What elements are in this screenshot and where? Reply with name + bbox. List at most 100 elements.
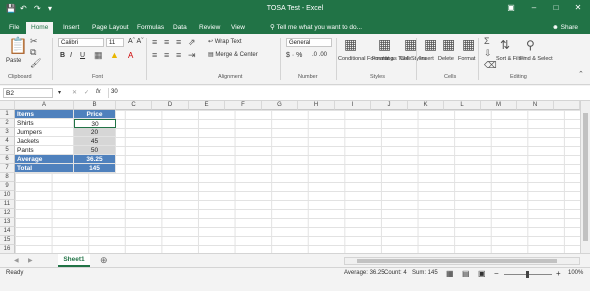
normal-view-icon[interactable]: ▦: [446, 269, 454, 278]
insert-function-button[interactable]: fx: [96, 89, 101, 95]
copy-icon[interactable]: ⧉: [30, 47, 36, 58]
insert-cells-icon[interactable]: ▦: [424, 36, 437, 53]
column-header[interactable]: D: [152, 101, 189, 110]
font-name-select[interactable]: Calibri: [58, 38, 104, 47]
column-header[interactable]: F: [225, 101, 262, 110]
row-header[interactable]: 12: [0, 209, 15, 218]
column-header[interactable]: N: [517, 101, 554, 110]
zoom-out-icon[interactable]: −: [494, 269, 499, 278]
ribbon-display-icon[interactable]: ▣: [504, 3, 518, 12]
table-cell[interactable]: 20: [74, 128, 116, 137]
paste-button[interactable]: Paste: [6, 58, 21, 64]
table-cell[interactable]: Average: [15, 155, 74, 164]
find-select-button[interactable]: Find & Select: [520, 56, 553, 62]
table-cell[interactable]: 36.25: [74, 155, 116, 164]
row-header[interactable]: 9: [0, 182, 15, 191]
insert-button[interactable]: Insert: [420, 56, 434, 62]
font-color-icon[interactable]: A: [128, 51, 133, 60]
orientation-icon[interactable]: ⇗: [188, 37, 196, 48]
row-header[interactable]: 10: [0, 191, 15, 200]
column-header[interactable]: E: [189, 101, 225, 110]
align-right-icon[interactable]: ≡: [176, 50, 181, 60]
bold-icon[interactable]: B: [60, 52, 65, 59]
table-header-cell[interactable]: Price: [74, 110, 116, 119]
cut-icon[interactable]: ✂: [30, 36, 38, 47]
format-as-table-icon[interactable]: ▦: [378, 36, 391, 53]
table-cell[interactable]: Total: [15, 164, 74, 173]
font-size-select[interactable]: 11: [106, 38, 124, 47]
row-header[interactable]: 14: [0, 227, 15, 236]
name-box-dropdown-icon[interactable]: ▾: [58, 89, 61, 96]
align-top-icon[interactable]: ≡: [152, 37, 157, 47]
worksheet-grid[interactable]: A B C D E F G H I J K L M N 1 2 3 4 5 6 …: [0, 101, 590, 253]
page-break-view-icon[interactable]: ▣: [478, 269, 486, 278]
zoom-in-icon[interactable]: +: [556, 269, 561, 278]
column-header[interactable]: G: [262, 101, 298, 110]
column-header[interactable]: L: [444, 101, 481, 110]
table-cell[interactable]: Jumpers: [15, 128, 74, 137]
row-header[interactable]: 4: [0, 137, 15, 146]
paste-icon[interactable]: 📋: [8, 36, 28, 56]
vertical-scrollbar[interactable]: [580, 101, 590, 253]
grow-font-icon[interactable]: Aˆ Aˇ: [128, 38, 144, 45]
row-header[interactable]: 8: [0, 173, 15, 182]
align-center-icon[interactable]: ≡: [164, 50, 169, 60]
horizontal-scrollbar[interactable]: [344, 257, 580, 265]
zoom-level[interactable]: 100%: [568, 270, 583, 276]
tell-me-search[interactable]: ⚲ Tell me what you want to do...: [270, 22, 362, 34]
tab-file[interactable]: File: [4, 22, 24, 34]
collapse-ribbon-icon[interactable]: ⌃: [578, 70, 584, 78]
merge-center-button[interactable]: ▤ Merge & Center: [208, 51, 258, 58]
active-cell[interactable]: 30: [74, 119, 116, 128]
tab-view[interactable]: View: [226, 22, 250, 34]
number-format-select[interactable]: General: [286, 38, 332, 47]
scroll-thumb[interactable]: [357, 259, 557, 263]
wrap-text-button[interactable]: ↩ Wrap Text: [208, 38, 242, 45]
sheet-tab[interactable]: Sheet1: [58, 254, 90, 267]
row-header[interactable]: 2: [0, 119, 15, 128]
table-cell[interactable]: Jackets: [15, 137, 74, 146]
row-header[interactable]: 1: [0, 110, 15, 119]
zoom-slider[interactable]: [504, 271, 552, 278]
find-select-icon[interactable]: ⚲: [526, 38, 535, 52]
formula-input[interactable]: 30: [108, 88, 586, 98]
name-box[interactable]: B2: [3, 88, 53, 98]
column-header[interactable]: [554, 101, 580, 110]
conditional-formatting-icon[interactable]: ▦: [344, 36, 357, 53]
table-cell[interactable]: 145: [74, 164, 116, 173]
row-header[interactable]: 11: [0, 200, 15, 209]
row-header[interactable]: 6: [0, 155, 15, 164]
fill-color-icon[interactable]: ▲: [110, 50, 119, 60]
tab-formulas[interactable]: Formulas: [132, 22, 169, 34]
italic-icon[interactable]: I: [70, 52, 72, 59]
table-cell[interactable]: 45: [74, 137, 116, 146]
row-header[interactable]: 7: [0, 164, 15, 173]
decimal-icon[interactable]: .0 .00: [312, 52, 327, 58]
row-header[interactable]: 13: [0, 218, 15, 227]
format-painter-icon[interactable]: 🖌: [30, 58, 41, 69]
minimize-icon[interactable]: –: [527, 3, 541, 12]
tab-insert[interactable]: Insert: [58, 22, 84, 34]
tab-home[interactable]: Home: [26, 22, 54, 34]
column-header[interactable]: B: [74, 101, 116, 110]
format-button[interactable]: Format: [458, 56, 475, 62]
select-all-corner[interactable]: [0, 101, 15, 110]
align-left-icon[interactable]: ≡: [152, 50, 157, 60]
column-header[interactable]: H: [298, 101, 335, 110]
delete-button[interactable]: Delete: [438, 56, 454, 62]
tab-page-layout[interactable]: Page Layout: [87, 22, 134, 34]
indent-icon[interactable]: ⇥: [188, 50, 196, 61]
close-icon[interactable]: ✕: [571, 3, 585, 12]
cancel-entry-icon[interactable]: ✕: [72, 89, 77, 96]
column-header[interactable]: M: [481, 101, 517, 110]
tab-review[interactable]: Review: [194, 22, 225, 34]
tab-data[interactable]: Data: [168, 22, 192, 34]
column-header[interactable]: K: [408, 101, 444, 110]
column-header[interactable]: I: [335, 101, 371, 110]
row-header[interactable]: 16: [0, 245, 15, 253]
autosum-icon[interactable]: Σ: [484, 36, 490, 46]
table-cell[interactable]: Pants: [15, 146, 74, 155]
underline-icon[interactable]: U: [80, 52, 85, 59]
currency-icon[interactable]: $ · %: [286, 52, 302, 59]
borders-icon[interactable]: ▦: [94, 50, 103, 61]
